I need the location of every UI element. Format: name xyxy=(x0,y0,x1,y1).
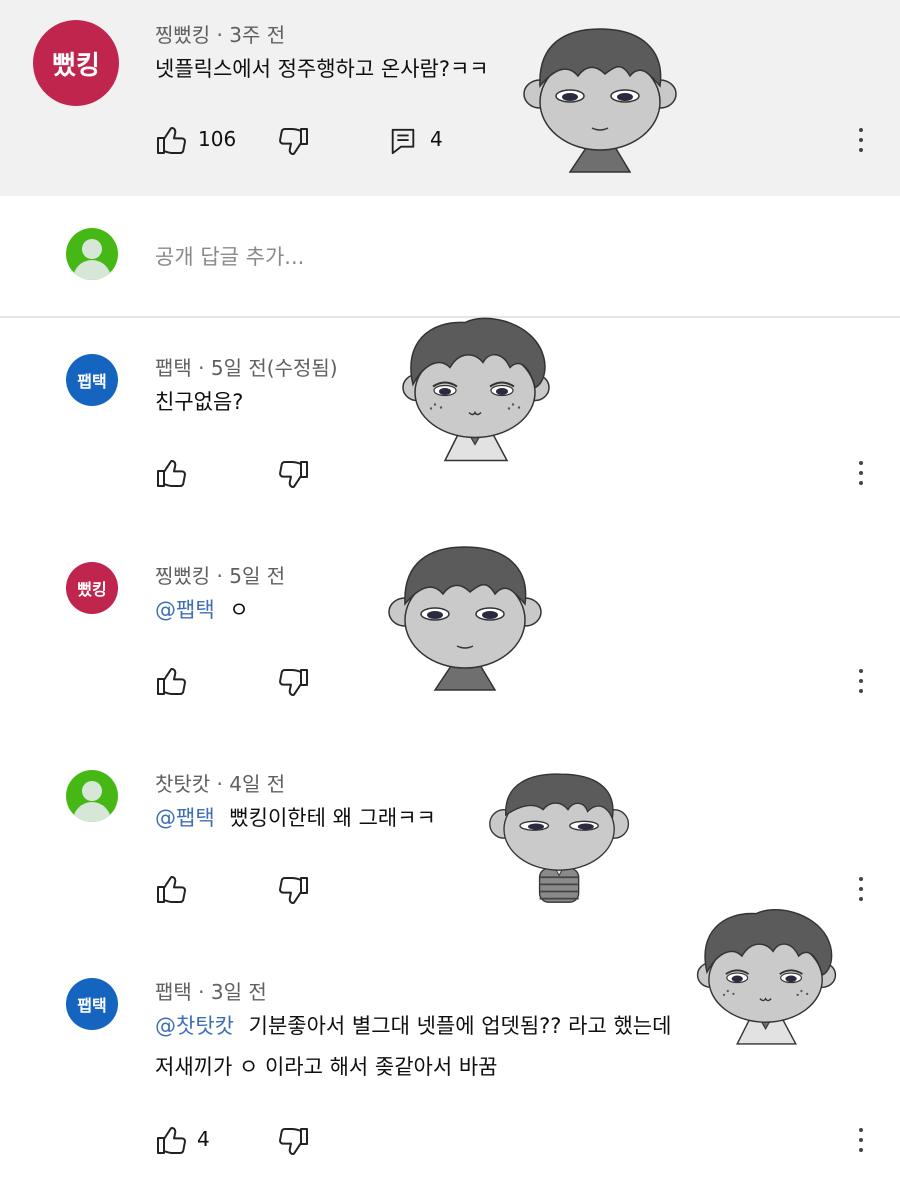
thumb-down-icon[interactable] xyxy=(278,126,310,158)
comment-text: @찻탓캇 기분좋아서 별그대 넷플에 업뎃됨?? 라고 했는데 xyxy=(155,1009,671,1043)
comment-text: @팹택 뻤킹이한테 왜 그래ㅋㅋ xyxy=(155,801,436,835)
comment-meta: 찡뻤킹 · 5일 전 xyxy=(155,564,286,588)
character-illustration xyxy=(385,542,565,692)
comment-meta: 팹택 · 3일 전 xyxy=(155,980,267,1004)
thumb-down-icon[interactable] xyxy=(278,875,310,907)
character-illustration xyxy=(488,758,648,913)
comment-meta: 팹택 · 5일 전(수정됨) xyxy=(155,356,338,380)
top-comment: 뻤킹 찡뻤킹 · 3주 전 넷플릭스에서 정주행하고 온사람?ㅋㅋ 106 4 xyxy=(0,0,900,196)
thumb-up-icon[interactable] xyxy=(155,873,187,905)
like-count: 106 xyxy=(198,127,237,151)
more-vert-icon[interactable] xyxy=(856,1126,866,1156)
comment-text: 친구없음? xyxy=(155,390,244,414)
thumb-up-icon[interactable] xyxy=(155,124,187,156)
comment-text: @팹택 ㅇ xyxy=(155,593,249,627)
more-vert-icon[interactable] xyxy=(856,459,866,489)
mention-link[interactable]: @팹택 xyxy=(155,598,215,622)
comment-text: 넷플릭스에서 정주행하고 온사람?ㅋㅋ xyxy=(155,57,489,81)
default-avatar-icon xyxy=(66,228,118,280)
comment-body: 뻤킹이한테 왜 그래ㅋㅋ xyxy=(229,806,436,830)
reply-input[interactable]: 공개 답글 추가... xyxy=(155,241,304,271)
avatar[interactable]: 뻤킹 xyxy=(33,20,119,106)
more-vert-icon[interactable] xyxy=(856,667,866,697)
thumb-down-icon[interactable] xyxy=(278,1126,310,1158)
default-avatar-icon[interactable] xyxy=(66,770,118,822)
mention-link[interactable]: @팹택 xyxy=(155,806,215,830)
thumb-down-icon[interactable] xyxy=(278,459,310,491)
more-vert-icon[interactable] xyxy=(856,126,866,156)
comment-text-line2: 저새끼가 ㅇ 이라고 해서 좆같아서 바꿈 xyxy=(155,1055,498,1079)
character-illustration xyxy=(690,890,860,1060)
reply-count: 4 xyxy=(430,127,443,151)
thumb-up-icon[interactable] xyxy=(155,1124,187,1156)
reply-icon[interactable] xyxy=(388,126,418,156)
comment-meta: 찻탓캇 · 4일 전 xyxy=(155,772,286,796)
avatar[interactable]: 뻤킹 xyxy=(66,562,118,614)
avatar[interactable]: 팹택 xyxy=(66,978,118,1030)
character-illustration xyxy=(395,300,575,475)
thumb-down-icon[interactable] xyxy=(278,667,310,699)
thumb-up-icon[interactable] xyxy=(155,457,187,489)
comment-meta: 찡뻤킹 · 3주 전 xyxy=(155,23,286,47)
character-illustration xyxy=(520,24,700,174)
avatar[interactable]: 팹택 xyxy=(66,354,118,406)
comment-body: 기분좋아서 별그대 넷플에 업뎃됨?? 라고 했는데 xyxy=(248,1014,672,1038)
comment-body: ㅇ xyxy=(229,598,249,622)
like-count: 4 xyxy=(197,1127,210,1151)
mention-link[interactable]: @찻탓캇 xyxy=(155,1014,234,1038)
thumb-up-icon[interactable] xyxy=(155,665,187,697)
